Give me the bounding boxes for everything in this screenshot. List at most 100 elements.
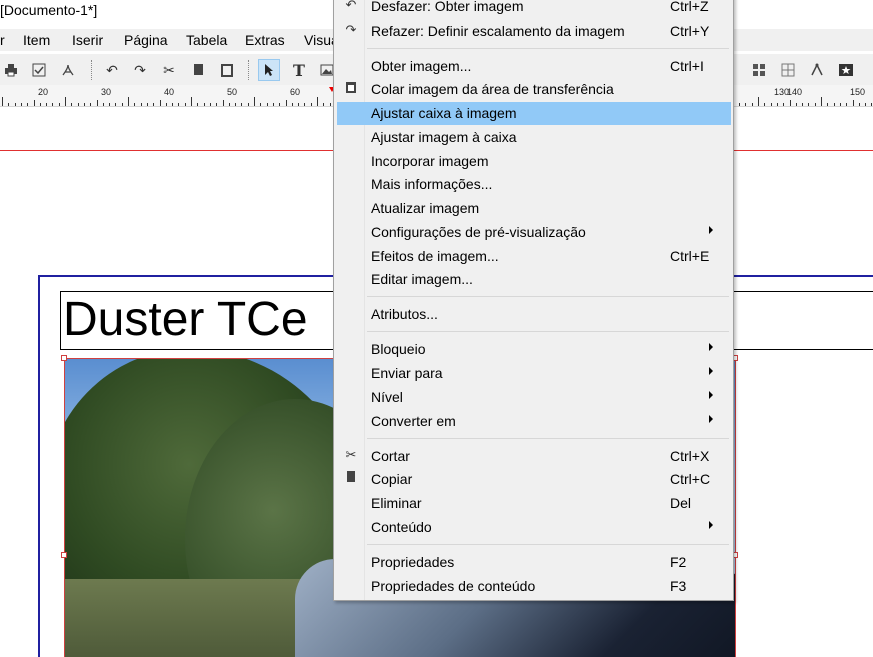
- menu-item-redo[interactable]: ↷ Refazer: Definir escalamento da imagem…: [337, 20, 731, 43]
- menu-item-undo[interactable]: ↶ Desfazer: Obter imagem Ctrl+Z: [337, 0, 731, 18]
- ruler-label: 30: [101, 87, 112, 97]
- grid-a-icon[interactable]: [748, 59, 770, 81]
- resize-handle-middle-left[interactable]: [61, 552, 67, 558]
- menu-item-label: Editar imagem...: [371, 271, 473, 287]
- ruler-label: 150: [850, 87, 866, 97]
- ruler-tick: [209, 103, 211, 106]
- menu-item-label: Eliminar: [371, 495, 422, 511]
- ruler-tick: [833, 103, 835, 106]
- ruler-tick: [865, 103, 867, 106]
- menu-item-more-info[interactable]: Mais informações...: [337, 173, 731, 196]
- ruler-tick: [20, 103, 22, 106]
- printer-icon[interactable]: [0, 59, 22, 81]
- menu-item-label: Bloqueio: [371, 341, 426, 357]
- ruler-tick: [739, 103, 741, 106]
- menu-item-pagina[interactable]: Página: [124, 32, 168, 48]
- menu-item-level[interactable]: Nível: [337, 386, 731, 409]
- select-arrow-icon[interactable]: [258, 59, 280, 81]
- menu-separator: [367, 544, 729, 545]
- menu-item-update-image[interactable]: Atualizar imagem: [337, 197, 731, 220]
- ruler-tick: [216, 103, 218, 106]
- undo-icon[interactable]: ↶: [101, 59, 123, 81]
- ruler-tick: [2, 97, 3, 106]
- menu-item-extras[interactable]: Extras: [245, 32, 285, 48]
- ruler-tick: [776, 103, 778, 106]
- ruler-tick: [298, 103, 300, 106]
- ruler-tick: [52, 103, 54, 106]
- menu-item-partial[interactable]: r: [0, 32, 5, 48]
- menu-item-send-to[interactable]: Enviar para: [337, 362, 731, 385]
- toolbar-separator: [91, 60, 92, 80]
- ruler-tick: [191, 97, 192, 106]
- menu-item-label: Efeitos de imagem...: [371, 248, 499, 264]
- menu-item-fit-frame-to-image[interactable]: Ajustar caixa à imagem: [337, 102, 731, 125]
- menu-item-shortcut: Del: [670, 495, 692, 511]
- ruler-tick: [153, 103, 155, 106]
- cut-icon[interactable]: ✂: [158, 59, 180, 81]
- menu-item-fit-image-to-frame[interactable]: Ajustar imagem à caixa: [337, 126, 731, 149]
- menu-separator: [367, 331, 729, 332]
- menu-item-iserir[interactable]: Iserir: [72, 32, 103, 48]
- copy-icon: [343, 470, 359, 488]
- ruler-tick: [58, 103, 60, 106]
- redo-icon: ↷: [345, 22, 357, 37]
- ruler-tick: [260, 103, 262, 106]
- menu-item-convert-to[interactable]: Converter em: [337, 410, 731, 433]
- ruler-tick: [764, 103, 766, 106]
- measure-icon[interactable]: [806, 59, 828, 81]
- menu-item-item[interactable]: Item: [23, 32, 50, 48]
- ruler-tick: [27, 103, 29, 106]
- menu-item-shortcut: Ctrl+I: [670, 58, 704, 74]
- menu-item-properties[interactable]: Propriedades F2: [337, 551, 731, 574]
- grid-b-icon[interactable]: [777, 59, 799, 81]
- pdf-icon[interactable]: [57, 59, 79, 81]
- menu-item-attributes[interactable]: Atributos...: [337, 303, 731, 326]
- ruler-tick: [291, 103, 293, 106]
- submenu-arrow-icon: [709, 521, 713, 529]
- menu-item-shortcut: Ctrl+X: [670, 448, 710, 464]
- menu-item-label: Propriedades: [371, 554, 455, 570]
- menu-item-embed-image[interactable]: Incorporar imagem: [337, 150, 731, 173]
- menu-item-cut[interactable]: ✂ Cortar Ctrl+X: [337, 445, 731, 468]
- text-tool-icon[interactable]: T: [288, 59, 310, 81]
- ruler-tick: [808, 103, 810, 106]
- checkbox-icon[interactable]: [28, 59, 50, 81]
- menu-item-lock[interactable]: Bloqueio: [337, 338, 731, 361]
- menu-item-label: Mais informações...: [371, 176, 493, 192]
- ruler-tick: [65, 97, 66, 106]
- undo-icon: ↶: [345, 0, 357, 12]
- ruler-tick: [821, 97, 822, 106]
- paste-icon[interactable]: [216, 59, 238, 81]
- menu-item-content[interactable]: Conteúdo: [337, 516, 731, 539]
- menu-item-copy[interactable]: Copiar Ctrl+C: [337, 468, 731, 491]
- ruler-tick: [858, 103, 860, 106]
- ruler-tick: [795, 103, 797, 106]
- ruler-tick: [329, 103, 331, 106]
- ruler-tick: [197, 103, 199, 106]
- menu-item-label: Ajustar imagem à caixa: [371, 129, 517, 145]
- menu-item-edit-image[interactable]: Editar imagem...: [337, 268, 731, 291]
- menu-item-get-image[interactable]: Obter imagem... Ctrl+I: [337, 55, 731, 78]
- menu-item-delete[interactable]: Eliminar Del: [337, 492, 731, 515]
- menu-item-content-properties[interactable]: Propriedades de conteúdo F3: [337, 575, 731, 598]
- menu-item-label: Refazer: Definir escalamento da imagem: [371, 23, 625, 39]
- ruler-tick: [159, 100, 161, 106]
- cut-icon: ✂: [345, 447, 357, 462]
- ruler-tick: [172, 103, 174, 106]
- ruler-tick: [178, 103, 180, 106]
- menu-item-image-effects[interactable]: Efeitos de imagem... Ctrl+E: [337, 245, 731, 268]
- menu-item-shortcut: Ctrl+C: [670, 471, 711, 487]
- menu-item-preview-settings[interactable]: Configurações de pré-visualização: [337, 221, 731, 244]
- ruler-tick: [802, 103, 804, 106]
- resize-handle-top-left[interactable]: [61, 355, 67, 361]
- menu-item-tabela[interactable]: Tabela: [186, 32, 227, 48]
- copy-icon[interactable]: [187, 59, 209, 81]
- menu-item-label: Nível: [371, 389, 403, 405]
- ruler-tick: [39, 103, 41, 106]
- menu-item-paste-image[interactable]: Colar imagem da área de transferência: [337, 78, 731, 101]
- submenu-arrow-icon: [709, 226, 713, 234]
- redo-icon[interactable]: ↷: [129, 59, 151, 81]
- star-frame-icon[interactable]: [835, 59, 857, 81]
- ruler-tick: [77, 103, 79, 106]
- ruler-tick: [751, 103, 753, 106]
